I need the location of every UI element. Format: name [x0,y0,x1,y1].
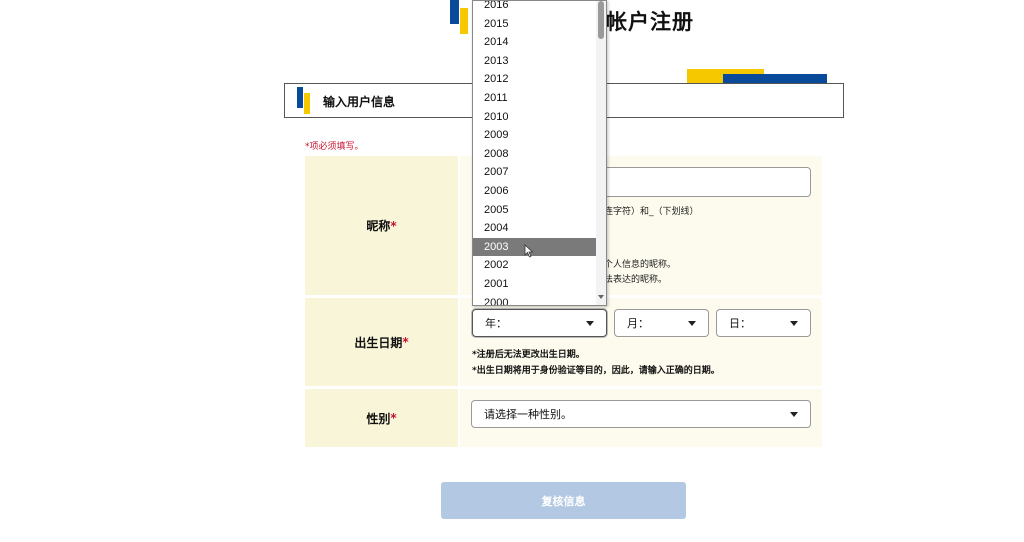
section-decoration-blue [297,87,303,108]
birthdate-row: 出生日期 * 年： 月： 日： *注册后无法更改出生日期。 *出生日期将用于身份验… [305,298,822,386]
scroll-down-arrow-icon[interactable] [598,295,604,299]
year-select-value: 年： [485,317,507,330]
gender-label: 性别 * [305,389,458,447]
section-title: 输入用户信息 [323,95,396,109]
dropdown-scrollbar-thumb[interactable] [598,1,604,39]
year-option-2002[interactable]: 2002 [473,256,597,274]
year-option-2000[interactable]: 2000 [473,294,597,305]
page-title: 帐户注册 [606,10,694,34]
mouse-pointer-icon [524,244,534,258]
title-decoration-blue [450,0,459,24]
required-mark: * [402,335,409,349]
nickname-label: 昵称 * [305,156,458,295]
year-option-2015[interactable]: 2015 [473,15,597,33]
gender-select-value: 请选择一种性别。 [484,408,572,421]
year-option-2008[interactable]: 2008 [473,145,597,163]
month-select[interactable]: 月： [614,309,709,337]
required-mark: * [390,218,397,233]
nickname-help-3: 法表达的昵称。 [604,275,668,285]
year-option-2009[interactable]: 2009 [473,126,597,144]
required-note: *项必须填写。 [305,142,364,152]
year-option-2001[interactable]: 2001 [473,275,597,293]
year-option-2003[interactable]: 2003 [473,237,597,256]
year-option-2016[interactable]: 2016 [473,1,597,14]
header-decoration-blue [723,74,827,83]
year-option-2004[interactable]: 2004 [473,219,597,237]
nickname-help-1: 连字符）和_（下划线） [604,207,699,217]
birthdate-label-text: 出生日期 [354,335,403,350]
year-option-2010[interactable]: 2010 [473,108,597,126]
review-info-button[interactable]: 复核信息 [441,482,686,519]
birthdate-label: 出生日期 * [305,298,458,386]
birthdate-note-1: *注册后无法更改出生日期。 [472,350,585,360]
birthdate-content: 年： 月： 日： *注册后无法更改出生日期。 *出生日期将用于身份验证等目的，因… [460,298,822,386]
year-option-2012[interactable]: 2012 [473,70,597,88]
nickname-label-text: 昵称 [366,219,391,233]
nickname-help-2: 个人信息的昵称。 [604,260,677,270]
year-option-2005[interactable]: 2005 [473,201,597,219]
gender-content: 请选择一种性别。 [460,389,822,447]
gender-select[interactable]: 请选择一种性别。 [471,400,811,428]
year-select[interactable]: 年： [472,309,607,337]
gender-row: 性别 * 请选择一种性别。 [305,389,822,447]
year-dropdown-list[interactable]: 2016 2015 2014 2013 2012 2011 2010 2009 2008 2007… [472,0,607,306]
gender-label-text: 性别 [366,411,391,426]
day-select[interactable]: 日： [716,309,811,337]
section-decoration-yellow [304,93,310,114]
year-option-2007[interactable]: 2007 [473,163,597,181]
chevron-down-icon [790,321,798,326]
required-mark: * [390,411,397,425]
day-select-value: 日： [729,317,751,330]
year-option-2013[interactable]: 2013 [473,52,597,70]
chevron-down-icon [688,321,696,326]
birthdate-note-2: *出生日期将用于身份验证等目的，因此，请输入正确的日期。 [472,366,720,376]
month-select-value: 月： [627,317,649,330]
year-option-2006[interactable]: 2006 [473,182,597,200]
chevron-down-icon [586,321,594,326]
dropdown-scrollbar[interactable] [596,1,606,305]
chevron-down-icon [790,412,798,417]
title-decoration-yellow [460,8,468,34]
year-option-2014[interactable]: 2014 [473,33,597,51]
year-option-2011[interactable]: 2011 [473,89,597,107]
